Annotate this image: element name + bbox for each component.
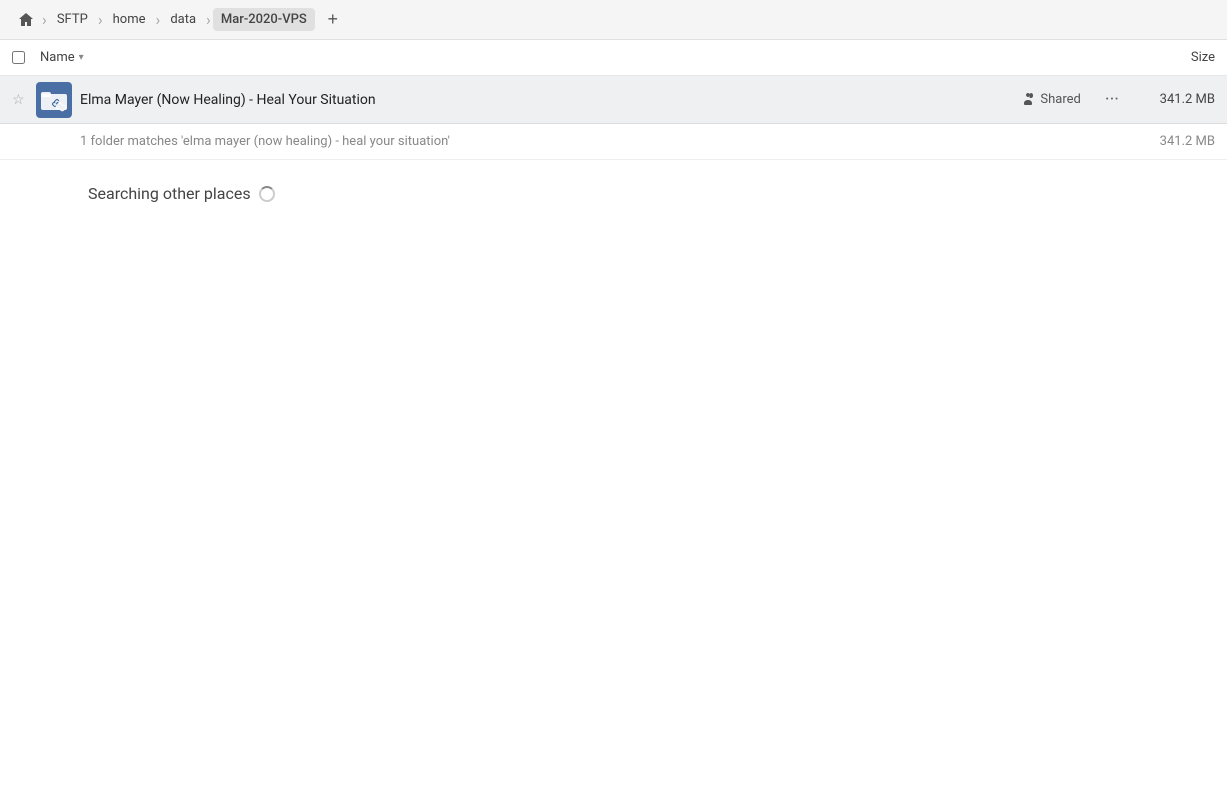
- file-row[interactable]: ☆ Elma Mayer (Now Healing) - Heal Your S…: [0, 76, 1227, 124]
- breadcrumb-sep-3: ›: [206, 10, 211, 29]
- breadcrumb-home[interactable]: home: [105, 8, 154, 31]
- shared-label: Shared: [1040, 92, 1080, 107]
- select-all-checkbox[interactable]: [12, 51, 25, 64]
- breadcrumb-bar: › SFTP › home › data › Mar-2020-VPS +: [0, 0, 1227, 40]
- star-icon[interactable]: ☆: [12, 92, 32, 108]
- breadcrumb-sep-1: ›: [98, 10, 103, 29]
- match-info-row: 1 folder matches 'elma mayer (now healin…: [0, 124, 1227, 160]
- home-icon[interactable]: [12, 6, 40, 34]
- breadcrumb-sep-2: ›: [156, 10, 161, 29]
- add-tab-button[interactable]: +: [319, 6, 347, 34]
- file-size: 341.2 MB: [1135, 92, 1215, 107]
- name-column-label: Name: [40, 50, 75, 65]
- breadcrumb-sftp[interactable]: SFTP: [49, 8, 96, 31]
- loading-spinner: [259, 186, 275, 202]
- breadcrumb-sep-0: ›: [42, 10, 47, 29]
- match-text: 1 folder matches 'elma mayer (now healin…: [80, 134, 1135, 149]
- name-column-header[interactable]: Name ▾: [40, 50, 84, 65]
- size-column-header: Size: [1191, 50, 1215, 65]
- more-options-button[interactable]: ···: [1097, 85, 1127, 114]
- breadcrumb-data[interactable]: data: [162, 8, 204, 31]
- content-area: Searching other places: [0, 160, 1227, 804]
- breadcrumb-mar-2020-vps[interactable]: Mar-2020-VPS: [213, 8, 315, 31]
- searching-label: Searching other places: [88, 184, 1215, 203]
- column-header-row: Name ▾ Size: [0, 40, 1227, 76]
- file-name: Elma Mayer (Now Healing) - Heal Your Sit…: [80, 92, 1021, 108]
- shared-badge: Shared: [1021, 92, 1080, 107]
- searching-text: Searching other places: [88, 184, 251, 203]
- name-sort-arrow: ▾: [79, 52, 84, 63]
- match-size: 341.2 MB: [1135, 134, 1215, 149]
- folder-icon: [36, 82, 72, 118]
- select-all-checkbox-container[interactable]: [12, 51, 36, 64]
- searching-section: Searching other places: [0, 160, 1227, 215]
